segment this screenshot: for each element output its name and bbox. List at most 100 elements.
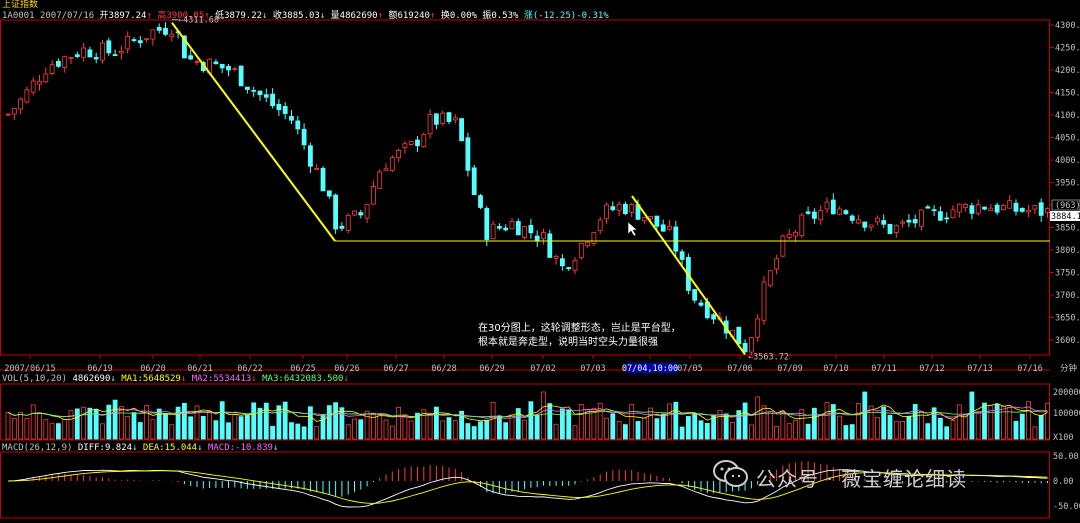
candle-body xyxy=(56,60,61,67)
volume-bar xyxy=(868,405,874,440)
date-tick-label: 07/13 xyxy=(967,364,993,374)
volume-bar xyxy=(74,408,80,440)
candle-body xyxy=(282,106,288,114)
candle-body xyxy=(137,40,143,44)
volume-bar xyxy=(314,426,320,440)
macd-tick-label: -50.00 xyxy=(1053,502,1080,512)
price-tick-label: 4000.00 xyxy=(1055,156,1080,166)
candle-body xyxy=(868,224,874,228)
candle-body xyxy=(74,54,80,57)
candle-body xyxy=(1038,202,1044,216)
volume-bar xyxy=(830,404,836,440)
date-tick-label: 07/05 xyxy=(677,364,703,374)
candle-body xyxy=(465,137,471,171)
candle-body xyxy=(616,203,622,211)
candle-body xyxy=(389,157,395,171)
date-tick-label: 07/04,10:00 xyxy=(622,364,678,374)
candle-body xyxy=(18,98,24,110)
price-panel-frame xyxy=(0,19,1050,356)
volume-bar xyxy=(629,404,635,440)
volume-bar xyxy=(824,402,830,440)
volume-bar xyxy=(919,411,924,440)
candle-body xyxy=(5,113,11,116)
volume-bar xyxy=(358,419,364,440)
volume-bar xyxy=(572,425,578,440)
candle-body xyxy=(93,57,99,60)
candlestick-chart[interactable]: 4300.00 4250.00 4200.00 4150.00 4100.00 4050.… xyxy=(0,0,1080,523)
candle-body xyxy=(213,61,219,65)
volume-bar xyxy=(112,399,118,440)
candle-body xyxy=(522,226,527,238)
volume-bar xyxy=(440,420,446,440)
date-tick-label: 06/19 xyxy=(87,364,113,374)
price-tick-label: 4100.00 xyxy=(1055,111,1080,121)
volume-bar xyxy=(723,413,729,440)
candle-body xyxy=(623,203,628,215)
price-tick-label: 4050.00 xyxy=(1055,134,1080,144)
volume-bar xyxy=(1019,413,1025,440)
volume-bar xyxy=(875,416,880,440)
candle-body xyxy=(320,167,326,192)
candle-body xyxy=(232,68,238,71)
candle-body xyxy=(849,215,855,221)
wechat-icon xyxy=(713,460,748,487)
volume-bar xyxy=(345,424,351,440)
range-label: (963) xyxy=(1055,201,1080,211)
high-marker-label: ←4311.68 xyxy=(178,16,219,26)
volume-bar xyxy=(433,406,439,440)
candle-body xyxy=(742,343,748,353)
candle-body xyxy=(478,195,483,208)
volume-bar xyxy=(49,422,55,440)
candle-body xyxy=(144,38,150,41)
candle-body xyxy=(163,27,168,35)
date-axis-end: 分钟 xyxy=(1060,363,1077,374)
volume-bar xyxy=(509,414,515,440)
candle-body xyxy=(402,143,408,148)
candle-body xyxy=(251,89,257,92)
volume-bar xyxy=(560,408,565,440)
candle-body xyxy=(541,232,546,240)
watermark: 公众号 · 薇宝缠论细读 xyxy=(756,467,968,491)
volume-bar xyxy=(496,415,502,440)
volume-bar xyxy=(786,423,792,440)
volume-bar xyxy=(692,412,698,440)
volume-tick-label: X100 xyxy=(1053,433,1073,443)
volume-bar xyxy=(62,419,68,440)
candle-body xyxy=(37,81,42,85)
volume-bar xyxy=(377,414,383,440)
price-tick-label: 3600.00 xyxy=(1055,336,1080,346)
candle-body xyxy=(68,56,74,59)
price-tick-label: 4300.00 xyxy=(1055,21,1080,31)
volume-bar xyxy=(232,414,238,440)
volume-bar xyxy=(730,422,735,440)
candle-body xyxy=(307,145,313,167)
candle-body xyxy=(219,63,225,69)
price-tick-label: 4250.00 xyxy=(1055,44,1080,54)
candle-body xyxy=(289,116,294,121)
candle-body xyxy=(30,80,36,93)
volume-bar xyxy=(219,401,225,440)
volume-bar xyxy=(849,424,855,440)
candle-body xyxy=(459,118,465,142)
volume-bar xyxy=(1045,402,1050,440)
candle-body xyxy=(547,233,553,258)
volume-bar xyxy=(686,416,691,440)
volume-bar xyxy=(749,424,754,440)
candle-body xyxy=(629,203,635,213)
candle-body xyxy=(900,221,905,224)
price-tick-label: 3650.00 xyxy=(1055,314,1080,324)
volume-bar xyxy=(963,414,968,440)
trend-line-1 xyxy=(171,22,336,242)
candle-body xyxy=(81,47,86,58)
candle-body xyxy=(641,217,647,222)
candle-body xyxy=(975,204,981,214)
volume-bar xyxy=(30,404,36,440)
volume-bar xyxy=(169,424,175,440)
candle-body xyxy=(578,242,584,258)
candle-body xyxy=(276,103,282,111)
volume-bar xyxy=(484,419,490,440)
volume-bar xyxy=(648,407,653,440)
mouse-cursor-icon xyxy=(627,221,638,237)
volume-bar xyxy=(452,420,458,440)
volume-bar xyxy=(956,404,962,440)
